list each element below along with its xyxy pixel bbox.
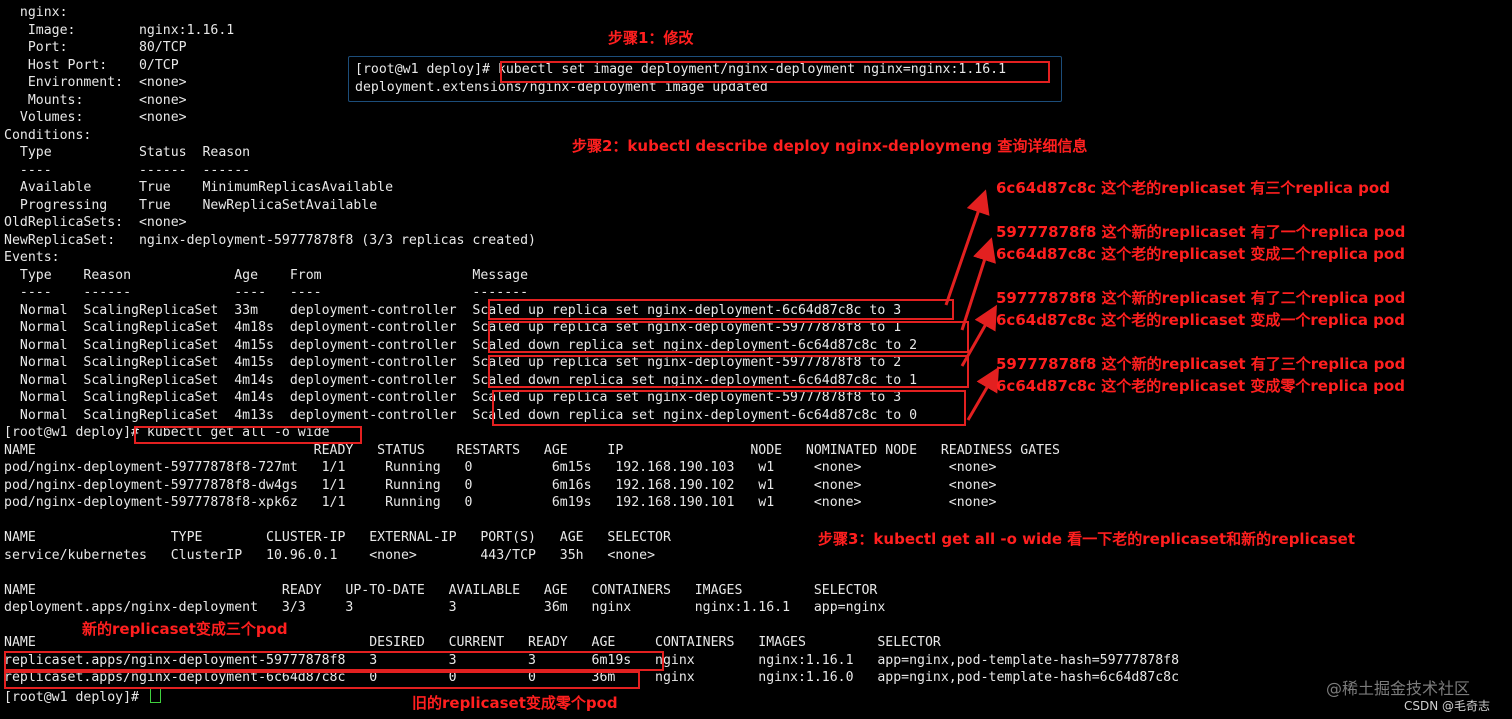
annotation-step3: 步骤3：kubectl get all -o wide 看一下老的replica…	[818, 530, 1355, 548]
annotation-new-replicaset: 新的replicaset变成三个pod	[82, 620, 288, 638]
watermark-csdn: CSDN @毛奇志	[1404, 699, 1491, 713]
arrow-to-note-b	[960, 237, 996, 331]
annotation-old-rs-zero: 6c64d87c8c 这个老的replicaset 变成零个replica po…	[996, 377, 1405, 395]
annotation-step2: 步骤2：kubectl describe deploy nginx-deploy…	[572, 137, 1088, 155]
annotation-new-rs-two: 59777878f8 这个新的replicaset 有了二个replica po…	[996, 289, 1406, 307]
annotation-new-rs-one: 59777878f8 这个新的replicaset 有了一个replica po…	[996, 223, 1406, 241]
annotation-old-rs-three: 6c64d87c8c 这个老的replicaset 有三个replica pod	[996, 179, 1390, 197]
arrow-to-note-d	[966, 366, 1000, 421]
annotation-step1: 步骤1：修改	[608, 29, 694, 47]
arrow-to-note-a	[944, 189, 990, 306]
annotation-old-rs-two: 6c64d87c8c 这个老的replicaset 变成二个replica po…	[996, 245, 1405, 263]
watermark-juejin: @稀土掘金技术社区	[1326, 679, 1471, 698]
annotation-old-replicaset: 旧的replicaset变成零个pod	[412, 694, 618, 712]
annotation-old-rs-one: 6c64d87c8c 这个老的replicaset 变成一个replica po…	[996, 311, 1405, 329]
annotation-new-rs-three: 59777878f8 这个新的replicaset 有了三个replica po…	[996, 355, 1406, 373]
